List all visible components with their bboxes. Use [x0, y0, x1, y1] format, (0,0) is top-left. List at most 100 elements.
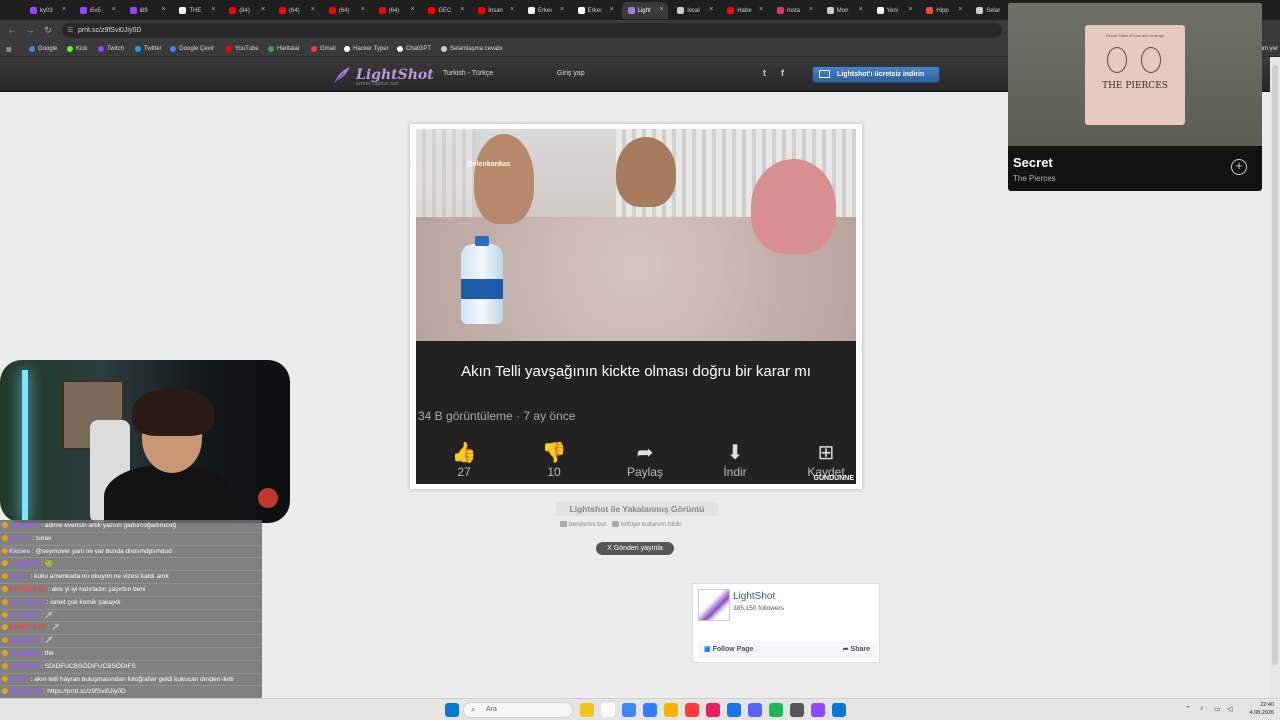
site-info-icon[interactable]: ☰: [67, 23, 73, 38]
taskbar-app-icon[interactable]: [601, 703, 615, 717]
bookmark-item[interactable]: Google Çevir: [170, 44, 214, 54]
bookmark-item[interactable]: Twitch: [98, 44, 124, 54]
close-tab-icon[interactable]: ×: [211, 6, 215, 13]
close-tab-icon[interactable]: ×: [361, 6, 365, 13]
close-tab-icon[interactable]: ×: [958, 6, 962, 13]
lightshot-logo[interactable]: LightShot screen capture tool: [332, 63, 434, 87]
download-button[interactable]: Lightshot'ı ücretsiz indirin: [812, 66, 940, 83]
close-tab-icon[interactable]: ×: [261, 6, 265, 13]
chat-username[interactable]: Kkcies: [9, 548, 30, 555]
fb-follow-button[interactable]: ▣ Follow Page: [704, 645, 753, 653]
browser-tab[interactable]: Habe ×: [721, 2, 767, 19]
chat-username[interactable]: KONCERTO: [9, 624, 46, 631]
browser-tab[interactable]: (64) ×: [323, 2, 369, 19]
close-tab-icon[interactable]: ×: [909, 6, 913, 13]
chat-username[interactable]: rsly2K: [9, 676, 29, 683]
taskbar-app-icon[interactable]: [748, 703, 762, 717]
close-tab-icon[interactable]: ×: [660, 6, 664, 13]
fb-page-name[interactable]: LightShot: [733, 591, 775, 602]
fb-share-button[interactable]: ➦ Share: [843, 645, 870, 653]
save-button[interactable]: ⊞ Kaydet: [796, 441, 856, 479]
login-link[interactable]: Giriş yap: [557, 70, 585, 77]
browser-tab[interactable]: İnsan ×: [472, 2, 518, 19]
dislike-button[interactable]: 👎 10: [524, 441, 584, 479]
browser-tab[interactable]: (64) ×: [373, 2, 419, 19]
back-icon[interactable]: ←: [6, 24, 18, 36]
taskbar-search[interactable]: ⌕ Ara: [463, 702, 573, 718]
chat-username[interactable]: gollum: [9, 535, 30, 542]
taskbar-app-icon[interactable]: [706, 703, 720, 717]
chat-username[interactable]: seymover: [9, 522, 39, 529]
like-button[interactable]: 👍 27: [434, 441, 494, 479]
download-video-button[interactable]: ⬇ İndir: [705, 441, 765, 479]
volume-icon[interactable]: ◁: [1227, 705, 1232, 713]
chat-username[interactable]: Sloppa03h: [9, 688, 42, 695]
close-tab-icon[interactable]: ×: [610, 6, 614, 13]
find-similar-link[interactable]: benzerini bul: [560, 521, 606, 528]
browser-tab[interactable]: Light ×: [621, 2, 668, 19]
bookmark-item[interactable]: YouTube: [226, 44, 259, 54]
bookmark-item[interactable]: Selamlaşma cevabı: [441, 44, 502, 54]
page-scrollbar[interactable]: [1270, 57, 1280, 698]
close-tab-icon[interactable]: ×: [560, 6, 564, 13]
browser-tab[interactable]: Erkeı ×: [522, 2, 568, 19]
taskbar-app-icon[interactable]: [580, 703, 594, 717]
close-tab-icon[interactable]: ×: [162, 6, 166, 13]
scrollbar-thumb[interactable]: [1272, 65, 1278, 665]
taskbar-app-icon[interactable]: [832, 703, 846, 717]
fb-page-thumbnail[interactable]: [698, 589, 730, 621]
browser-tab[interactable]: Yeni ×: [871, 2, 917, 19]
close-tab-icon[interactable]: ×: [460, 6, 464, 13]
taskbar-app-icon[interactable]: [790, 703, 804, 717]
close-tab-icon[interactable]: ×: [709, 6, 713, 13]
browser-tab[interactable]: ky03 ×: [24, 2, 70, 19]
twitter-icon[interactable]: t: [763, 68, 766, 78]
close-tab-icon[interactable]: ×: [112, 6, 116, 13]
chat-username[interactable]: adanali_gul: [9, 599, 45, 606]
reload-icon[interactable]: ↻: [42, 24, 54, 36]
browser-tab[interactable]: Erkeı ×: [572, 2, 618, 19]
close-tab-icon[interactable]: ×: [809, 6, 813, 13]
browser-tab[interactable]: i5v5 ×: [74, 2, 120, 19]
report-abuse-link[interactable]: kötüye kullanım bildir: [611, 521, 682, 528]
chat-username[interactable]: seymover: [9, 560, 39, 567]
close-tab-icon[interactable]: ×: [311, 6, 315, 13]
browser-tab[interactable]: THE ×: [173, 2, 219, 19]
taskbar-app-icon[interactable]: [664, 703, 678, 717]
close-tab-icon[interactable]: ×: [62, 6, 66, 13]
chat-username[interactable]: KONCERTO: [9, 586, 46, 593]
chat-username[interactable]: rsly2K: [9, 573, 29, 580]
bookmark-item[interactable]: Kick: [67, 44, 87, 54]
browser-tab[interactable]: GEC ×: [422, 2, 468, 19]
screenshot-image[interactable]: @elenkankas Akın Telli yavşağının kickte…: [416, 129, 856, 484]
close-tab-icon[interactable]: ×: [411, 6, 415, 13]
chat-username[interactable]: seymover: [9, 612, 39, 619]
taskbar-app-icon[interactable]: [685, 703, 699, 717]
start-icon[interactable]: [445, 703, 459, 717]
taskbar-app-icon[interactable]: [811, 703, 825, 717]
add-to-library-icon[interactable]: +: [1231, 159, 1247, 175]
apps-grid-icon[interactable]: ▦: [6, 44, 12, 54]
share-button[interactable]: ➦ Paylaş: [615, 441, 675, 479]
chat-username[interactable]: seymover: [9, 637, 39, 644]
taskbar-app-icon[interactable]: [622, 703, 636, 717]
close-tab-icon[interactable]: ×: [859, 6, 863, 13]
bookmark-item[interactable]: Gmail: [311, 44, 336, 54]
chat-username[interactable]: seymover: [9, 650, 39, 657]
system-clock[interactable]: 22:40 4.08.2026: [1240, 701, 1274, 717]
browser-tab[interactable]: Mon ×: [821, 2, 867, 19]
facebook-icon[interactable]: f: [781, 68, 784, 78]
browser-tab[interactable]: local ×: [671, 2, 717, 19]
bookmark-item[interactable]: Haritalar: [268, 44, 300, 54]
bookmark-item[interactable]: ChatGPT: [397, 44, 431, 54]
browser-tab[interactable]: Insta ×: [771, 2, 817, 19]
browser-tab[interactable]: i89 ×: [124, 2, 170, 19]
bookmark-item[interactable]: Google: [29, 44, 57, 54]
bookmark-item[interactable]: Twitter: [135, 44, 162, 54]
close-tab-icon[interactable]: ×: [510, 6, 514, 13]
language-selector[interactable]: Turkish - Türkçe: [443, 70, 493, 77]
close-tab-icon[interactable]: ×: [759, 6, 763, 13]
taskbar-app-icon[interactable]: [769, 703, 783, 717]
chat-username[interactable]: seymover: [9, 663, 39, 670]
mic-icon[interactable]: ♪: [1200, 705, 1204, 712]
